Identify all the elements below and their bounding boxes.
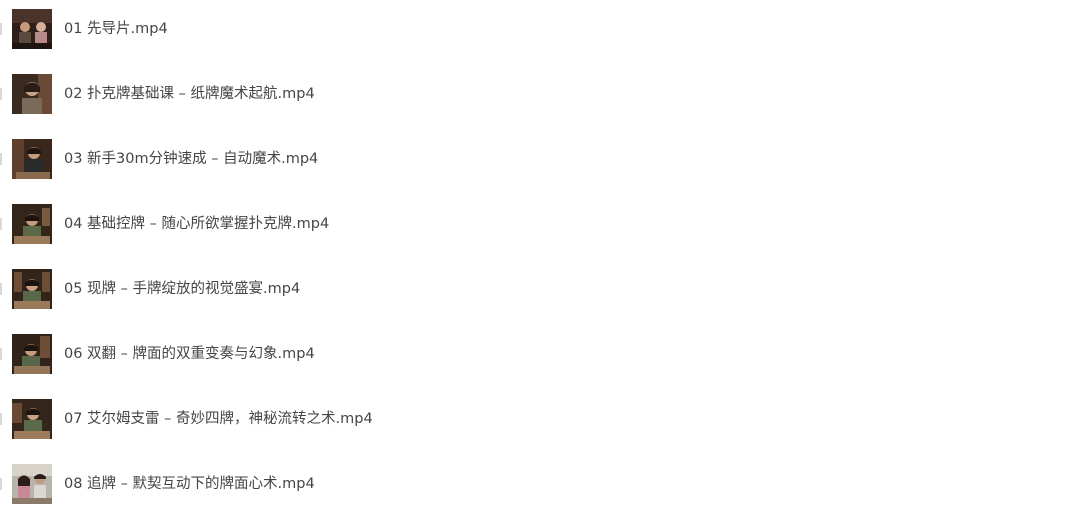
file-list: 01 先导片.mp4 02 扑克牌基础课 – 纸牌魔术起航.mp4 03 新手3…: [0, 0, 1087, 515]
video-thumbnail-icon[interactable]: [12, 139, 52, 179]
list-item[interactable]: 07 艾尔姆支雷 – 奇妙四牌，神秘流转之术.mp4: [0, 399, 700, 439]
file-name[interactable]: 03 新手30m分钟速成 – 自动魔术.mp4: [64, 149, 318, 169]
row-edge-marker: [0, 153, 2, 165]
row-edge-marker: [0, 283, 2, 295]
video-thumbnail-icon[interactable]: [12, 464, 52, 504]
file-name[interactable]: 02 扑克牌基础课 – 纸牌魔术起航.mp4: [64, 84, 315, 104]
video-thumbnail-icon[interactable]: [12, 9, 52, 49]
video-thumbnail-icon[interactable]: [12, 204, 52, 244]
row-edge-marker: [0, 218, 2, 230]
list-item[interactable]: 03 新手30m分钟速成 – 自动魔术.mp4: [0, 139, 700, 179]
list-item[interactable]: 02 扑克牌基础课 – 纸牌魔术起航.mp4: [0, 74, 700, 114]
list-item[interactable]: 08 追牌 – 默契互动下的牌面心术.mp4: [0, 464, 700, 504]
file-name[interactable]: 08 追牌 – 默契互动下的牌面心术.mp4: [64, 474, 315, 494]
video-thumbnail-icon[interactable]: [12, 334, 52, 374]
video-thumbnail-icon[interactable]: [12, 399, 52, 439]
file-name[interactable]: 06 双翻 – 牌面的双重变奏与幻象.mp4: [64, 344, 315, 364]
video-thumbnail-icon[interactable]: [12, 74, 52, 114]
file-name[interactable]: 07 艾尔姆支雷 – 奇妙四牌，神秘流转之术.mp4: [64, 409, 373, 429]
row-edge-marker: [0, 348, 2, 360]
file-name[interactable]: 05 现牌 – 手牌绽放的视觉盛宴.mp4: [64, 279, 300, 299]
list-item[interactable]: 06 双翻 – 牌面的双重变奏与幻象.mp4: [0, 334, 700, 374]
file-name[interactable]: 04 基础控牌 – 随心所欲掌握扑克牌.mp4: [64, 214, 329, 234]
file-name[interactable]: 01 先导片.mp4: [64, 19, 168, 39]
video-thumbnail-icon[interactable]: [12, 269, 52, 309]
list-item[interactable]: 01 先导片.mp4: [0, 9, 700, 49]
list-item[interactable]: 05 现牌 – 手牌绽放的视觉盛宴.mp4: [0, 269, 700, 309]
row-edge-marker: [0, 478, 2, 490]
row-edge-marker: [0, 88, 2, 100]
list-item[interactable]: 04 基础控牌 – 随心所欲掌握扑克牌.mp4: [0, 204, 700, 244]
row-edge-marker: [0, 413, 2, 425]
row-edge-marker: [0, 23, 2, 35]
